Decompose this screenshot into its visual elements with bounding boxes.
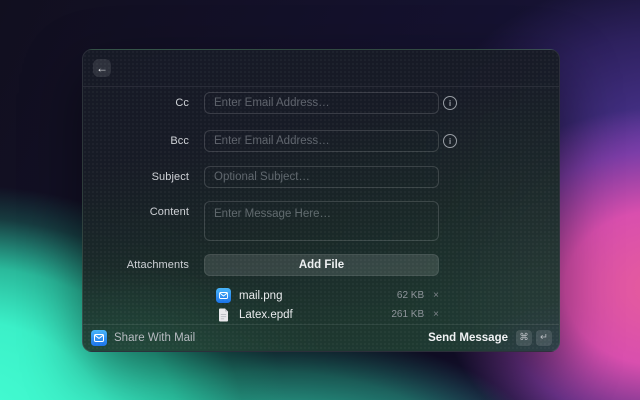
content-label: Content	[149, 206, 189, 218]
back-arrow-icon: ←	[96, 61, 108, 75]
subject-input[interactable]	[204, 166, 439, 188]
page-glyph	[219, 308, 228, 321]
content-row: Content	[83, 201, 559, 241]
send-message-action[interactable]: Send Message ⌘ ↵	[428, 330, 552, 346]
attachment-item: Latex.epdf 261 KB ×	[216, 305, 439, 324]
info-icon[interactable]: i	[443, 134, 457, 148]
bcc-label: Bcc	[170, 135, 189, 147]
share-with-mail-window: ← Cc i Bcc i Subject Content Attachments…	[82, 49, 560, 352]
document-icon	[216, 307, 231, 322]
attachment-filesize: 62 KB	[396, 290, 425, 301]
content-textarea[interactable]	[204, 201, 439, 241]
mail-app-icon	[216, 288, 231, 303]
envelope-glyph	[219, 292, 228, 299]
footer-app-name: Share With Mail	[114, 332, 196, 344]
bcc-input[interactable]	[204, 130, 439, 152]
window-header: ←	[83, 50, 559, 87]
mail-app-icon	[91, 330, 107, 346]
subject-label: Subject	[151, 171, 189, 183]
envelope-glyph	[94, 334, 104, 342]
back-button[interactable]: ←	[93, 59, 111, 77]
cc-row: Cc i	[83, 92, 559, 114]
remove-attachment-icon[interactable]: ×	[433, 290, 439, 301]
subject-row: Subject	[83, 166, 559, 188]
attachment-filesize: 261 KB	[391, 309, 425, 320]
cc-input[interactable]	[204, 92, 439, 114]
footer-app-info: Share With Mail	[91, 330, 428, 346]
info-icon[interactable]: i	[443, 96, 457, 110]
return-key-icon: ↵	[536, 330, 552, 346]
attachment-item: mail.png 62 KB ×	[216, 286, 439, 305]
command-key-icon: ⌘	[516, 330, 532, 346]
attachments-row: Attachments Add File	[83, 254, 559, 276]
send-message-label: Send Message	[428, 332, 508, 344]
add-file-button[interactable]: Add File	[204, 254, 439, 276]
bcc-row: Bcc i	[83, 130, 559, 152]
attachment-filename: mail.png	[239, 289, 283, 302]
remove-attachment-icon[interactable]: ×	[433, 309, 439, 320]
window-footer: Share With Mail Send Message ⌘ ↵	[83, 324, 559, 351]
attachment-filename: Latex.epdf	[239, 308, 293, 321]
attachments-label: Attachments	[126, 259, 189, 271]
cc-label: Cc	[175, 97, 189, 109]
